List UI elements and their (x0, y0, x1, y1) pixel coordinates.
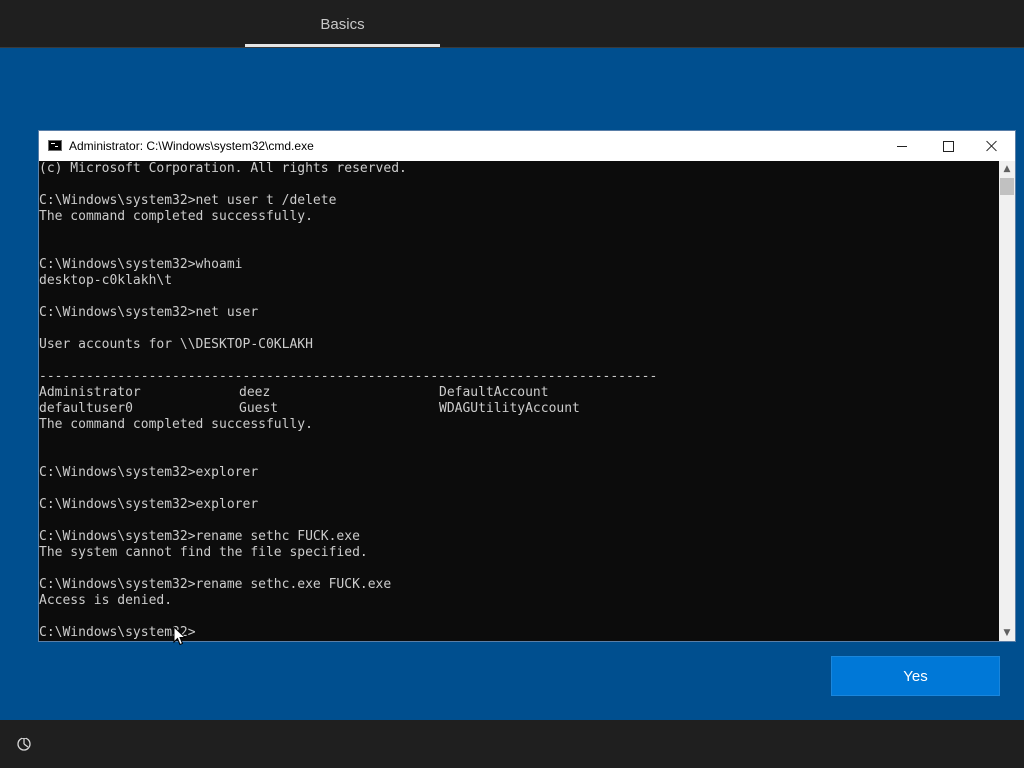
maximize-button[interactable] (925, 131, 971, 161)
console-line: C:\Windows\system32>rename sethc FUCK.ex… (39, 529, 360, 544)
console-line: desktop-c0klakh\t (39, 273, 173, 288)
close-button[interactable] (969, 131, 1015, 161)
cmd-titlebar[interactable]: Administrator: C:\Windows\system32\cmd.e… (39, 131, 1015, 161)
console-line: C:\Windows\system32>explorer (39, 465, 259, 480)
mouse-pointer-icon (173, 626, 187, 646)
console-line: C:\Windows\system32>net user t /delete (39, 193, 337, 208)
tab-basics: Basics (320, 16, 365, 33)
scroll-up-icon[interactable]: ▲ (999, 161, 1015, 177)
account-name: Guest (239, 401, 279, 416)
console-line: C:\Windows\system32>rename sethc.exe FUC… (39, 577, 392, 592)
minimize-button[interactable] (879, 131, 925, 161)
console-line: (c) Microsoft Corporation. All rights re… (39, 161, 407, 176)
console-line: C:\Windows\system32>explorer (39, 497, 259, 512)
accessibility-icon[interactable] (14, 734, 34, 754)
console-line: The command completed successfully. (39, 209, 313, 224)
account-name: deez (239, 385, 271, 400)
console-line: The system cannot find the file specifie… (39, 545, 368, 560)
scroll-thumb[interactable] (1000, 178, 1014, 195)
console-line: The command completed successfully. (39, 417, 313, 432)
console-line: C:\Windows\system32>net user (39, 305, 259, 320)
yes-button[interactable]: Yes (831, 656, 1000, 696)
account-name: defaultuser0 (39, 401, 133, 416)
console-line: User accounts for \\DESKTOP-C0KLAKH (39, 337, 313, 352)
account-name: Administrator (39, 385, 141, 400)
top-bar: Basics (0, 0, 1024, 48)
vertical-scrollbar[interactable]: ▲ ▼ (999, 161, 1015, 641)
account-name: WDAGUtilityAccount (439, 401, 580, 416)
console-output[interactable]: (c) Microsoft Corporation. All rights re… (39, 161, 999, 641)
oobe-screen: Basics Administrator: C:\Windows\system3… (0, 0, 1024, 768)
close-icon (986, 140, 998, 152)
minimize-icon (897, 146, 907, 147)
cmd-window[interactable]: Administrator: C:\Windows\system32\cmd.e… (38, 130, 1016, 642)
bottom-bar (0, 720, 1024, 768)
account-name: DefaultAccount (439, 385, 549, 400)
scroll-down-icon[interactable]: ▼ (999, 625, 1015, 641)
console-line: ----------------------------------------… (39, 369, 658, 384)
console-line: C:\Windows\system32>whoami (39, 257, 243, 272)
console-line: Access is denied. (39, 593, 173, 608)
maximize-icon (943, 141, 954, 152)
cmd-app-icon (48, 140, 62, 151)
cmd-window-title: Administrator: C:\Windows\system32\cmd.e… (69, 139, 314, 153)
tab-underline (245, 44, 440, 47)
